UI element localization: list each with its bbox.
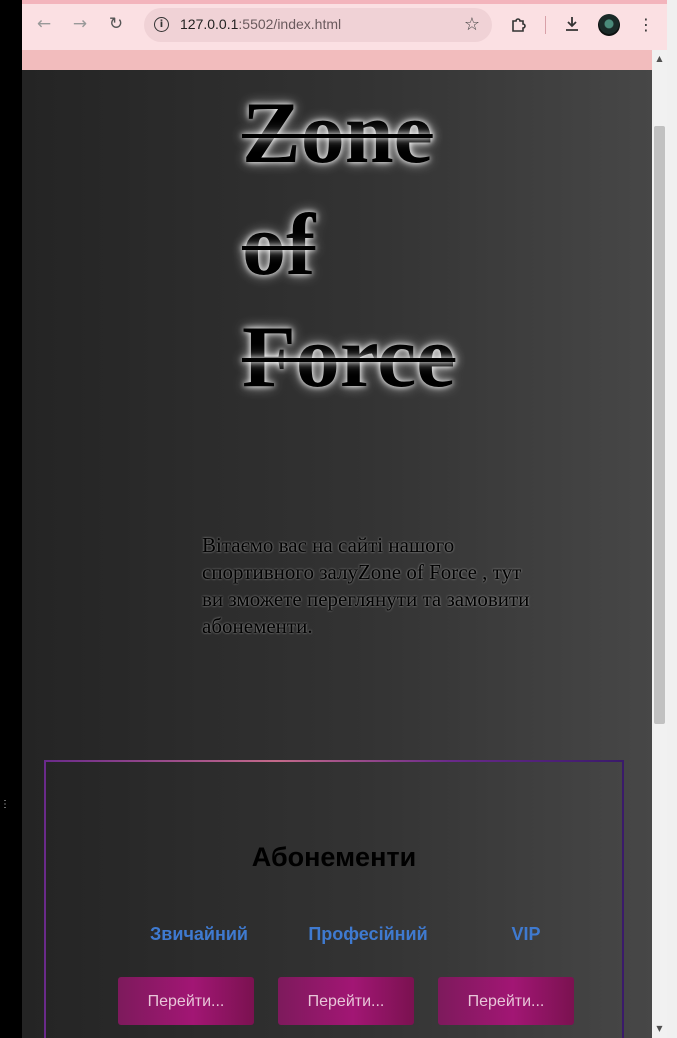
logo-line-1: Zone [242, 85, 433, 182]
subscriptions-section: Абонементи Звичайний Професійний VIP Пер… [44, 760, 624, 1038]
ellipsis-marker: ⋮ [0, 799, 10, 810]
page-background: Zone of Force Вітаємо вас на сайті нашог… [22, 70, 652, 1038]
back-button[interactable]: ← [32, 12, 56, 36]
subscriptions-title: Абонементи [251, 842, 417, 872]
plan-name-vip: VIP [511, 924, 541, 944]
avatar[interactable] [598, 14, 620, 36]
extensions-button[interactable] [507, 12, 531, 36]
reload-icon: ↻ [108, 14, 124, 34]
url-host: 127.0.0.1 [180, 16, 239, 32]
address-bar[interactable]: i 127.0.0.1:5502/index.html ☆ [144, 8, 492, 42]
welcome-text: Вітаємо вас на сайті нашого спортивного … [202, 533, 530, 638]
arrow-right-icon: → [72, 14, 88, 34]
plan-regular-button[interactable]: Перейти... [118, 977, 254, 1025]
download-icon [566, 17, 578, 31]
plan-name-regular: Звичайний [150, 924, 248, 944]
kebab-menu-icon: ⋮ [638, 14, 654, 34]
url-path: :5502/index.html [238, 16, 342, 32]
page-scrollbar[interactable]: ▲ ▼ [652, 50, 667, 1038]
scroll-down-arrow-icon[interactable]: ▼ [652, 1022, 667, 1036]
reload-button[interactable]: ↻ [104, 12, 128, 36]
plan-vip-button[interactable]: Перейти... [438, 977, 574, 1025]
site-logo: Zone of Force [242, 78, 502, 414]
page-top-banner [22, 50, 652, 70]
toolbar-divider [545, 16, 546, 34]
page-viewport: Zone of Force Вітаємо вас на сайті нашог… [22, 70, 652, 1038]
browser-window: ← → ↻ i 127.0.0.1:5502/index.html ☆ ⋮ Zo… [22, 0, 667, 1038]
scroll-up-arrow-icon[interactable]: ▲ [652, 52, 667, 66]
right-desktop-strip [667, 0, 677, 1038]
forward-button[interactable]: → [68, 12, 92, 36]
info-icon[interactable]: i [154, 17, 169, 32]
downloads-button[interactable] [560, 12, 584, 36]
left-desktop-strip: ⋮ [0, 0, 22, 1038]
logo-line-3: Force [242, 309, 456, 406]
puzzle-icon [512, 18, 526, 32]
browser-menu-button[interactable]: ⋮ [634, 12, 658, 36]
url-text[interactable]: 127.0.0.1:5502/index.html [180, 16, 341, 32]
scroll-thumb[interactable] [654, 126, 665, 724]
star-icon[interactable]: ☆ [464, 14, 480, 35]
plan-professional-button[interactable]: Перейти... [278, 977, 414, 1025]
plan-name-professional: Професійний [308, 924, 428, 944]
browser-toolbar: ← → ↻ i 127.0.0.1:5502/index.html ☆ ⋮ [22, 0, 667, 50]
logo-line-2: of [242, 197, 316, 294]
arrow-left-icon: ← [36, 14, 52, 34]
tab-strip-edge [22, 0, 667, 4]
